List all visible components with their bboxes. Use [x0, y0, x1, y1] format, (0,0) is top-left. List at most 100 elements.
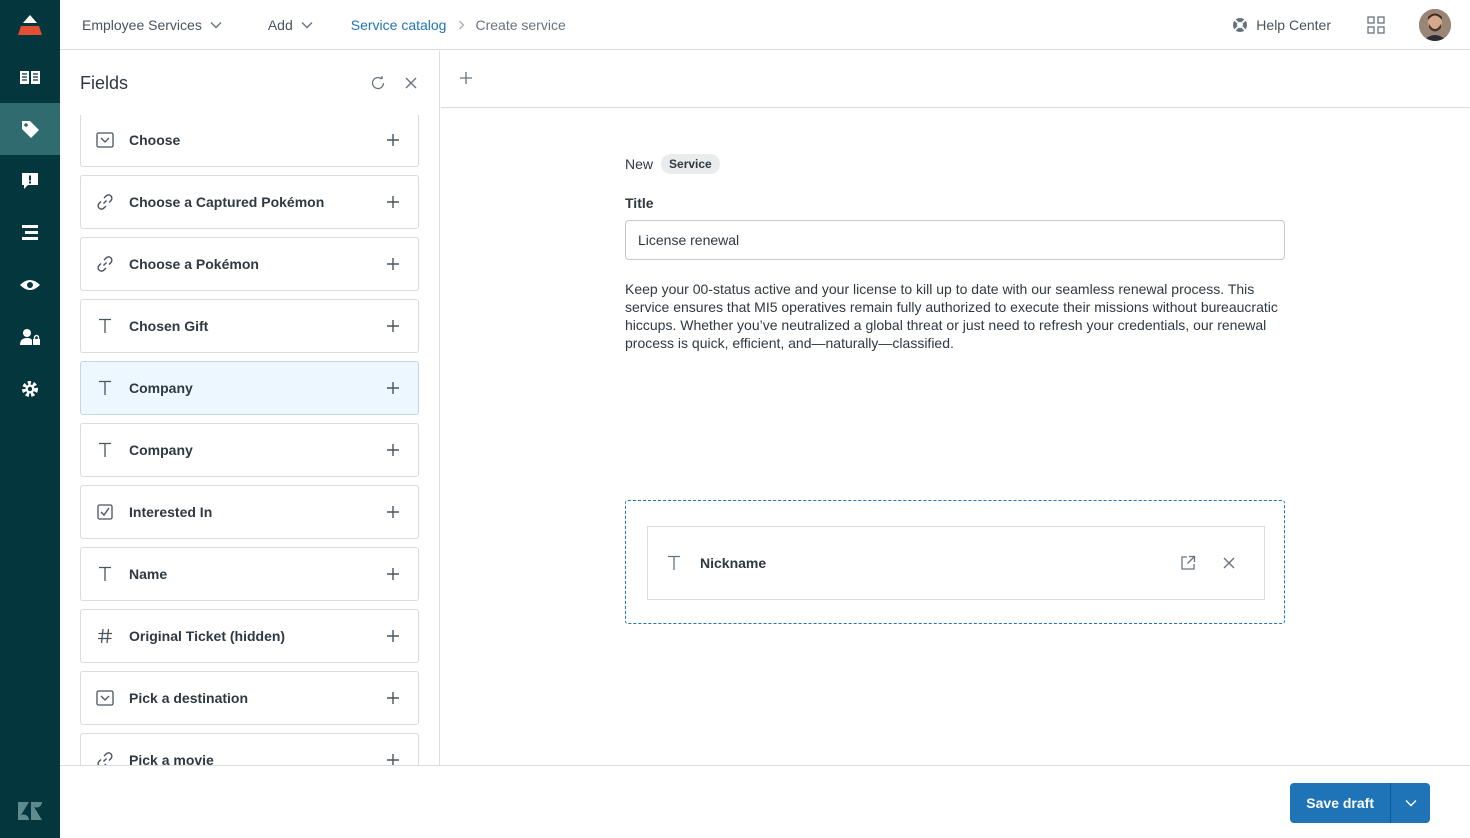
breadcrumb-service-catalog[interactable]: Service catalog	[351, 17, 447, 33]
remove-field-icon[interactable]	[1222, 556, 1236, 570]
field-card[interactable]: Original Ticket (hidden)	[80, 609, 419, 663]
workspace-label: Employee Services	[82, 16, 202, 33]
link-icon	[81, 751, 129, 765]
field-card[interactable]: Interested In	[80, 485, 419, 539]
workspace-menu[interactable]: Employee Services	[82, 17, 222, 33]
added-field-card[interactable]: Nickname	[647, 526, 1265, 600]
field-label: Choose a Captured Pokémon	[129, 194, 325, 210]
service-badge: Service	[661, 154, 720, 174]
link-icon	[81, 255, 129, 273]
chevron-right-icon	[458, 20, 465, 30]
external-link-icon[interactable]	[1180, 555, 1196, 571]
nav-user-permissions[interactable]	[0, 311, 60, 363]
field-label: Pick a movie	[129, 752, 214, 765]
add-menu[interactable]: Add	[268, 17, 313, 33]
field-label: Original Ticket (hidden)	[129, 628, 286, 644]
title-label: Title	[625, 195, 654, 211]
field-card[interactable]: Name	[80, 547, 419, 601]
new-service-line: New Service	[625, 154, 720, 174]
field-card[interactable]: Company	[80, 423, 419, 477]
nav-alerts[interactable]	[0, 155, 60, 207]
eye-icon	[20, 280, 40, 290]
field-label: Chosen Gift	[129, 318, 209, 334]
text-icon	[81, 380, 129, 396]
text-icon	[81, 566, 129, 582]
field-card[interactable]: Chosen Gift	[80, 299, 419, 353]
nav-visibility[interactable]	[0, 259, 60, 311]
add-field-icon[interactable]	[368, 567, 418, 581]
alert-message-icon	[22, 173, 38, 189]
add-field-icon[interactable]	[368, 629, 418, 643]
add-field-icon[interactable]	[368, 505, 418, 519]
add-field-icon[interactable]	[368, 319, 418, 333]
dropdown-icon	[81, 690, 129, 706]
add-field-icon[interactable]	[368, 257, 418, 271]
field-card[interactable]: Company	[80, 361, 419, 415]
service-editor: New Service Title Keep your 00-status ac…	[441, 51, 1470, 765]
add-label: Add	[267, 16, 293, 33]
nav-settings[interactable]	[0, 363, 60, 415]
added-field-label: Nickname	[700, 555, 767, 571]
save-options-button[interactable]	[1390, 783, 1430, 823]
text-icon	[81, 318, 129, 334]
field-card[interactable]: Pick a movie	[80, 733, 419, 765]
lifebuoy-icon	[1233, 18, 1248, 32]
help-center-link[interactable]: Help Center	[1232, 17, 1331, 33]
field-card[interactable]: Pick a destination	[80, 671, 419, 725]
editor-toolbar	[441, 51, 1470, 108]
home-logo-icon[interactable]	[0, 0, 60, 50]
field-label: Name	[129, 566, 168, 582]
save-button-group: Save draft	[1290, 783, 1430, 823]
add-field-icon[interactable]	[368, 381, 418, 395]
refresh-icon[interactable]	[370, 75, 386, 91]
dropdown-icon	[81, 132, 129, 148]
field-label: Pick a destination	[129, 690, 249, 706]
user-lock-icon	[20, 329, 40, 345]
field-label: Interested In	[129, 504, 213, 520]
fields-panel: Fields Choose Choose a Captured Pokémon Ch…	[60, 51, 440, 765]
nav-service-catalog[interactable]	[0, 103, 60, 155]
zendesk-logo-icon	[0, 796, 60, 826]
chevron-down-icon	[1405, 800, 1416, 807]
chevron-down-icon	[210, 21, 222, 28]
add-field-icon[interactable]	[368, 195, 418, 209]
top-header: Employee Services Add Service catalog Cr…	[60, 0, 1470, 50]
field-label: Company	[129, 442, 193, 458]
add-tab-icon[interactable]	[459, 71, 473, 85]
apps-grid-icon[interactable]	[1367, 16, 1385, 34]
add-field-icon[interactable]	[368, 753, 418, 765]
breadcrumb: Service catalog Create service	[351, 17, 566, 33]
field-card[interactable]: Choose	[80, 115, 419, 167]
nav-knowledge[interactable]	[0, 51, 60, 103]
stacked-bars-icon	[22, 225, 38, 240]
checkbox-icon	[81, 504, 129, 520]
add-field-icon[interactable]	[368, 443, 418, 457]
book-icon	[20, 71, 40, 84]
new-label: New	[625, 156, 654, 172]
field-card[interactable]: Choose a Captured Pokémon	[80, 175, 419, 229]
nav-rail	[0, 0, 60, 838]
form-fields-dropzone[interactable]: Nickname	[625, 500, 1285, 624]
title-input[interactable]	[625, 220, 1285, 260]
user-avatar[interactable]	[1419, 9, 1451, 41]
gear-icon	[22, 381, 38, 397]
add-field-icon[interactable]	[368, 691, 418, 705]
close-icon[interactable]	[404, 76, 418, 90]
text-icon	[81, 442, 129, 458]
fields-panel-header: Fields	[80, 51, 420, 115]
save-draft-button[interactable]: Save draft	[1290, 783, 1390, 823]
field-card[interactable]: Choose a Pokémon	[80, 237, 419, 291]
nav-tasks[interactable]	[0, 207, 60, 259]
fields-panel-title: Fields	[80, 72, 129, 93]
footer-bar: Save draft	[60, 765, 1470, 838]
field-label: Choose a Pokémon	[129, 256, 259, 272]
text-icon	[648, 555, 700, 571]
chevron-down-icon	[301, 21, 313, 28]
help-center-label: Help Center	[1256, 17, 1331, 33]
link-icon	[81, 193, 129, 211]
field-list: Choose Choose a Captured Pokémon Choose a …	[80, 115, 420, 765]
description-text[interactable]: Keep your 00-status active and your lice…	[625, 280, 1287, 352]
breadcrumb-current: Create service	[475, 16, 566, 33]
field-label: Company	[129, 380, 193, 396]
add-field-icon[interactable]	[368, 133, 418, 147]
